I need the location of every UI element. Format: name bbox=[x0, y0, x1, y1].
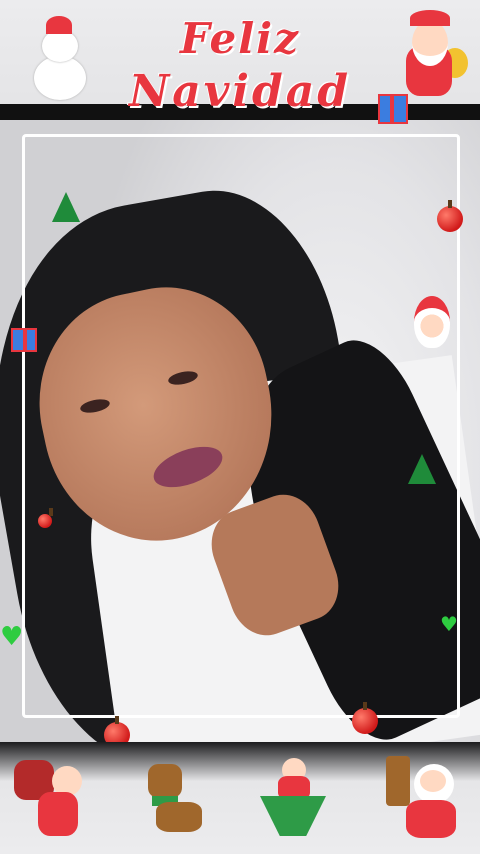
santa-with-gifts-icon bbox=[384, 756, 464, 844]
christmas-tree-icon bbox=[408, 454, 436, 484]
santa-face-icon bbox=[414, 296, 450, 348]
gift-box-icon bbox=[11, 328, 37, 352]
green-heart-icon: ♥ bbox=[440, 612, 458, 636]
reindeer-icon bbox=[134, 756, 214, 844]
video-frame: Feliz Navidad ♥ ♥ bbox=[0, 0, 480, 854]
apple-icon bbox=[352, 702, 378, 734]
gift-box-icon bbox=[378, 94, 408, 124]
apple-icon bbox=[437, 200, 463, 232]
santa-with-sack-icon bbox=[8, 756, 88, 844]
apple-icon bbox=[38, 508, 53, 528]
white-frame-border bbox=[22, 134, 460, 718]
snowman-icon bbox=[30, 16, 90, 100]
green-heart-icon: ♥ bbox=[0, 622, 24, 652]
santa-claus-icon bbox=[398, 6, 468, 102]
christmas-tree-icon bbox=[52, 192, 80, 222]
santa-on-tree-icon bbox=[254, 756, 334, 844]
